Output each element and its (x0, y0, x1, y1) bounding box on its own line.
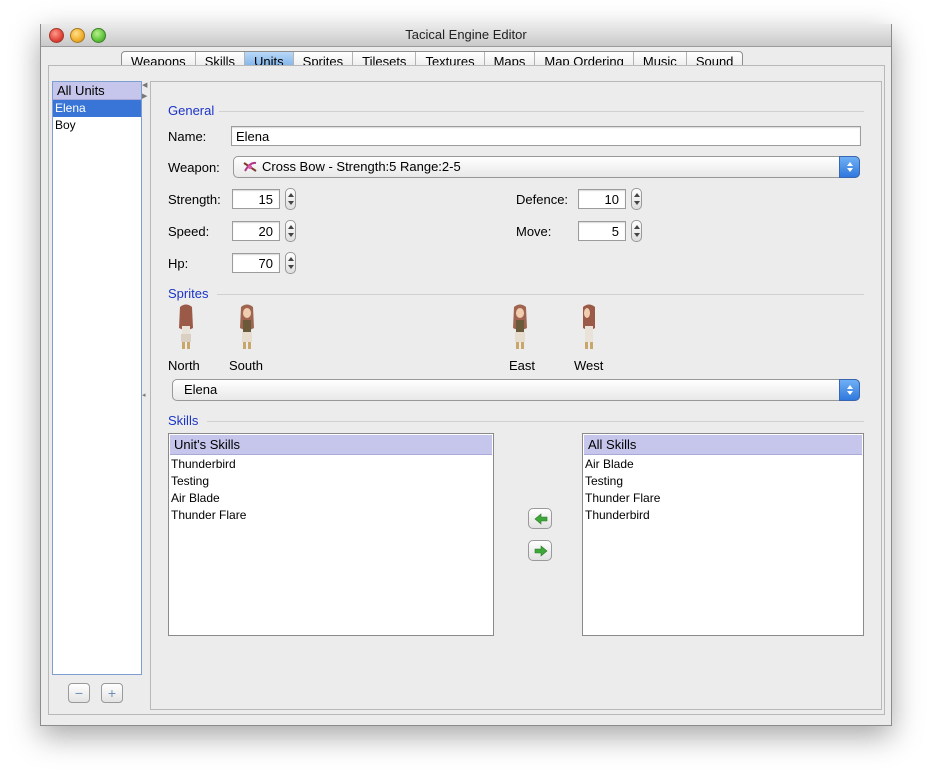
unit-skills-header: Unit's Skills (170, 435, 492, 455)
app-window: Tacical Engine Editor Weapons Skills Uni… (40, 24, 892, 726)
unit-skill-item[interactable]: Air Blade (169, 490, 493, 507)
arrow-right-icon (534, 545, 548, 557)
remove-skill-from-unit-button[interactable] (528, 540, 552, 561)
move-field[interactable] (578, 221, 626, 241)
move-stepper[interactable] (631, 220, 642, 242)
defence-label: Defence: (516, 192, 569, 207)
crossbow-icon (243, 161, 257, 172)
sprite-select-value: Elena (184, 382, 218, 397)
skills-divider (207, 421, 864, 422)
weapon-select-arrows-icon (839, 156, 860, 178)
all-skill-item[interactable]: Thunder Flare (583, 490, 863, 507)
all-skill-item[interactable]: Testing (583, 473, 863, 490)
unit-skills-list[interactable]: Unit's Skills Thunderbird Testing Air Bl… (168, 433, 494, 636)
strength-field[interactable] (232, 189, 280, 209)
window-title: Tacical Engine Editor (405, 27, 527, 42)
arrow-left-icon (534, 513, 548, 525)
tab-content-panel: All Units Elena Boy ◀ ▶ ◂ − + General Na… (48, 65, 885, 715)
weapon-select[interactable]: Cross Bow - Strength:5 Range:2-5 (233, 156, 860, 178)
sprite-west-label: West (574, 358, 604, 373)
strength-stepper[interactable] (285, 188, 296, 210)
sprite-south-label: South (229, 358, 263, 373)
name-label: Name: (168, 129, 207, 144)
sprite-west-image (583, 304, 595, 349)
sprite-north-label: North (168, 358, 200, 373)
all-skill-item[interactable]: Thunderbird (583, 507, 863, 524)
sprite-east-image (513, 304, 527, 349)
defence-stepper[interactable] (631, 188, 642, 210)
sprites-section-title: Sprites (168, 286, 209, 301)
sprite-south-image (240, 304, 254, 349)
split-divider-handle-icon[interactable]: ◂ (142, 391, 146, 399)
unit-list-item-boy[interactable]: Boy (53, 117, 141, 134)
add-unit-button[interactable]: + (101, 683, 123, 703)
move-label: Move: (516, 224, 552, 239)
defence-field[interactable] (578, 189, 626, 209)
speed-stepper[interactable] (285, 220, 296, 242)
speed-label: Speed: (168, 224, 210, 239)
add-skill-to-unit-button[interactable] (528, 508, 552, 529)
hp-label: Hp: (168, 256, 189, 271)
all-skills-header: All Skills (584, 435, 862, 455)
unit-detail-panel: General Name: Weapon: Cross Bow - Streng… (150, 81, 882, 710)
all-skill-item[interactable]: Air Blade (583, 456, 863, 473)
general-divider (219, 111, 864, 112)
unit-skill-item[interactable]: Thunderbird (169, 456, 493, 473)
hp-field[interactable] (232, 253, 280, 273)
weapon-label: Weapon: (168, 160, 220, 175)
unit-skill-item[interactable]: Testing (169, 473, 493, 490)
general-section-title: General (168, 103, 215, 118)
remove-unit-button[interactable]: − (68, 683, 90, 703)
weapon-select-value: Cross Bow - Strength:5 Range:2-5 (262, 159, 461, 174)
sprites-divider (217, 294, 864, 295)
speed-field[interactable] (232, 221, 280, 241)
title-bar[interactable]: Tacical Engine Editor (41, 24, 891, 47)
split-collapse-left-icon[interactable]: ◀ (142, 81, 147, 89)
skills-section-title: Skills (168, 413, 199, 428)
sprite-select[interactable]: Elena (172, 379, 860, 401)
sprite-north-image (179, 304, 193, 349)
strength-label: Strength: (168, 192, 221, 207)
split-collapse-right-icon[interactable]: ▶ (142, 92, 147, 100)
sprite-east-label: East (509, 358, 536, 373)
unit-list-header: All Units (53, 82, 141, 100)
unit-skill-item[interactable]: Thunder Flare (169, 507, 493, 524)
unit-list[interactable]: All Units Elena Boy (52, 81, 142, 675)
all-skills-list[interactable]: All Skills Air Blade Testing Thunder Fla… (582, 433, 864, 636)
hp-stepper[interactable] (285, 252, 296, 274)
name-field[interactable] (231, 126, 861, 146)
unit-list-item-elena[interactable]: Elena (53, 100, 141, 117)
sprite-select-arrows-icon (839, 379, 860, 401)
